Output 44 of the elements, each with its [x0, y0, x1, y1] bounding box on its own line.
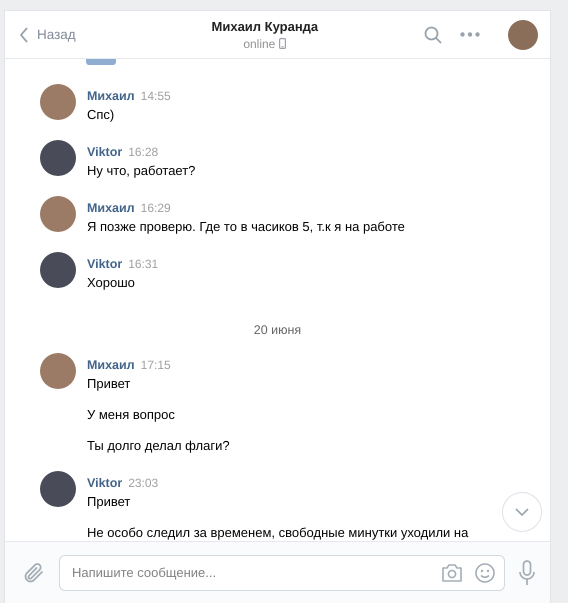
search-icon[interactable]	[424, 26, 442, 44]
date-separator: 20 июня	[252, 322, 302, 339]
avatar[interactable]	[40, 252, 76, 288]
message-input[interactable]: Напишите сообщение...	[59, 554, 505, 590]
message-time: 16:29	[140, 201, 171, 215]
message-time: 23:03	[128, 476, 158, 490]
message-time: 14:55	[140, 89, 171, 103]
author-name[interactable]: Viktor	[87, 145, 122, 159]
avatar[interactable]	[40, 471, 76, 507]
author-name[interactable]: Viktor	[87, 257, 122, 271]
back-button[interactable]: Назад	[19, 26, 76, 42]
message-text: Я позже проверю. Где то в часиков 5, т.к я на работе	[87, 218, 405, 236]
more-icon[interactable]	[460, 32, 480, 37]
author-name[interactable]: Михаил	[87, 89, 135, 103]
avatar[interactable]	[40, 196, 76, 232]
author-name[interactable]: Viktor	[87, 476, 122, 490]
message-text: У меня вопрос	[87, 406, 176, 424]
message-time: 17:15	[140, 358, 171, 372]
avatar[interactable]	[40, 140, 76, 176]
microphone-icon[interactable]	[519, 560, 535, 586]
contact-avatar[interactable]	[508, 20, 538, 50]
message-text: Привет	[87, 375, 132, 393]
message-text: Хорошо	[87, 274, 136, 292]
message-text: Не особо следил за временем, свободные минутки уходили на	[87, 524, 468, 541]
camera-icon[interactable]	[441, 564, 463, 582]
paperclip-icon[interactable]	[23, 560, 45, 584]
author-name[interactable]: Михаил	[87, 201, 135, 215]
avatar[interactable]	[40, 84, 76, 120]
message-time: 16:28	[128, 145, 158, 159]
scroll-down-button[interactable]	[502, 492, 542, 532]
message-text: Ты долго делал флаги?	[87, 437, 230, 455]
chat-title: Михаил Куранда	[212, 18, 318, 34]
chevron-down-icon	[515, 508, 529, 516]
message-text: Спс)	[87, 106, 116, 124]
chevron-left-icon	[19, 26, 29, 42]
smiley-icon[interactable]	[475, 562, 495, 582]
phone-icon	[279, 38, 286, 49]
message-text: Ну что, работает?	[87, 162, 196, 180]
message-time: 16:31	[128, 257, 158, 271]
online-status: online	[243, 36, 276, 50]
message-text: Привет	[87, 493, 132, 511]
file-thumbnail[interactable]	[86, 59, 116, 65]
author-name[interactable]: Михаил	[87, 358, 135, 372]
avatar[interactable]	[40, 353, 76, 389]
